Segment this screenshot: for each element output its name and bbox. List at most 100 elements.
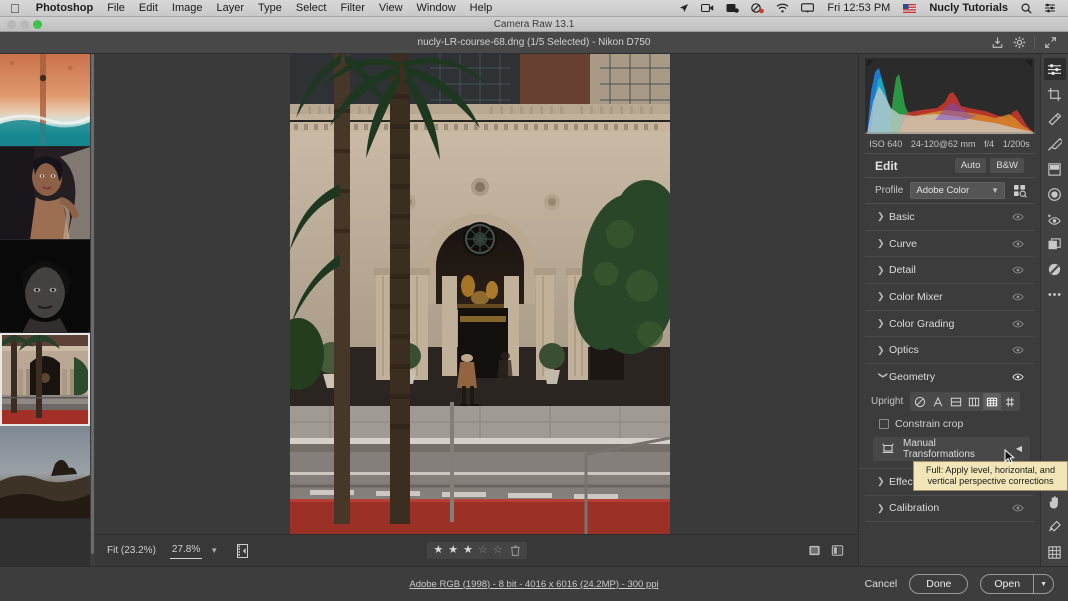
preview-image[interactable] [290, 54, 670, 534]
zoom-level-input[interactable]: 27.8% [169, 543, 203, 559]
menu-filter[interactable]: Filter [333, 0, 371, 17]
status-bar-actions: Cancel Done Open ▼ [865, 574, 1068, 594]
visibility-eye-icon[interactable] [1012, 213, 1024, 221]
presets-icon[interactable] [1044, 258, 1066, 280]
save-image-icon[interactable] [987, 34, 1007, 52]
airplay-icon[interactable] [795, 3, 820, 13]
section-color-grading[interactable]: ❯ Color Grading [865, 311, 1034, 338]
screen-record-icon[interactable] [695, 3, 720, 13]
menu-photoshop[interactable]: Photoshop [29, 0, 100, 17]
section-optics[interactable]: ❯ Optics [865, 337, 1034, 365]
cancel-button[interactable]: Cancel [865, 578, 898, 590]
bw-button[interactable]: B&W [990, 158, 1024, 173]
filmstrip-item-landscape-dusk[interactable] [0, 426, 90, 519]
menu-layer[interactable]: Layer [209, 0, 251, 17]
upright-guided-icon[interactable] [1001, 393, 1019, 410]
upright-vertical-icon[interactable] [965, 393, 983, 410]
search-icon[interactable] [1015, 2, 1038, 14]
apple-logo-icon[interactable]:  [0, 1, 29, 16]
spot-removal-icon[interactable] [1044, 108, 1066, 130]
snapshots-icon[interactable] [1044, 233, 1066, 255]
upright-full-icon[interactable] [983, 393, 1002, 411]
menubar-clock[interactable]: Fri 12:53 PM [820, 0, 897, 17]
wifi-icon[interactable] [770, 3, 795, 13]
upright-auto-icon[interactable] [929, 393, 947, 410]
graduated-filter-icon[interactable] [1044, 158, 1066, 180]
rating-control[interactable]: ★ ★ ★ ☆ ☆ [426, 542, 527, 559]
filmstrip-scrollbar-thumb[interactable] [91, 54, 94, 554]
filmstrip-item-portrait-veil[interactable] [0, 147, 90, 240]
visibility-eye-icon[interactable] [1012, 266, 1024, 274]
preferences-gear-icon[interactable] [1009, 34, 1029, 52]
section-detail[interactable]: ❯ Detail [865, 257, 1034, 285]
open-button[interactable]: Open [981, 575, 1033, 593]
chevron-down-icon[interactable]: ▼ [1033, 575, 1053, 593]
before-after-view-icon[interactable] [828, 542, 846, 560]
upright-label: Upright [871, 396, 904, 408]
hand-tool-icon[interactable] [1044, 491, 1066, 513]
control-center-icon[interactable] [1038, 3, 1062, 13]
do-not-disturb-icon[interactable] [745, 2, 770, 14]
open-button-group[interactable]: Open ▼ [980, 574, 1054, 594]
filmstrip-item-aerial-beach[interactable] [0, 54, 90, 147]
white-balance-eyedropper-icon[interactable] [1044, 516, 1066, 538]
grid-overlay-icon[interactable] [1044, 541, 1066, 563]
constrain-crop-row[interactable]: Constrain crop [865, 413, 1034, 435]
filmstrip-toggle-icon[interactable] [234, 542, 250, 560]
menu-select[interactable]: Select [289, 0, 334, 17]
expand-arrow-icon[interactable]: ◀ [1016, 444, 1022, 453]
adjustment-brush-icon[interactable] [1044, 133, 1066, 155]
menubar-user[interactable]: Nucly Tutorials [922, 0, 1015, 17]
edit-sliders-icon[interactable] [1043, 58, 1066, 80]
section-basic[interactable]: ❯ Basic [865, 204, 1034, 231]
menu-view[interactable]: View [372, 0, 410, 17]
done-button[interactable]: Done [909, 574, 969, 594]
more-options-icon[interactable] [1044, 283, 1066, 305]
menu-window[interactable]: Window [410, 0, 463, 17]
trash-icon[interactable] [510, 545, 520, 556]
constrain-crop-checkbox[interactable] [879, 418, 889, 429]
menu-edit[interactable]: Edit [132, 0, 165, 17]
profile-browser-icon[interactable] [1012, 183, 1028, 199]
menu-type[interactable]: Type [251, 0, 289, 17]
menu-file[interactable]: File [100, 0, 132, 17]
menu-image[interactable]: Image [165, 0, 210, 17]
visibility-eye-icon[interactable] [1012, 320, 1024, 328]
star-1[interactable]: ★ [433, 545, 443, 556]
filmstrip[interactable] [0, 54, 95, 566]
filmstrip-item-building-palms[interactable] [0, 333, 90, 426]
red-eye-icon[interactable] [1044, 208, 1066, 230]
image-canvas-area[interactable] [95, 54, 858, 534]
section-geometry[interactable]: ❯ Geometry [865, 364, 1034, 391]
section-calibration[interactable]: ❯ Calibration [865, 496, 1034, 523]
histogram[interactable] [865, 58, 1035, 134]
star-4[interactable]: ☆ [478, 545, 488, 556]
star-3[interactable]: ★ [463, 545, 473, 556]
menu-help[interactable]: Help [463, 0, 500, 17]
chevron-down-icon[interactable]: ▼ [210, 546, 218, 555]
visibility-eye-icon[interactable] [1012, 504, 1024, 512]
auto-button[interactable]: Auto [954, 158, 987, 173]
us-flag-icon[interactable] [897, 3, 922, 13]
chevron-down-icon: ❯ [878, 371, 889, 380]
filmstrip-item-bw-portrait[interactable] [0, 240, 90, 333]
screen-capture-icon[interactable] [720, 3, 745, 14]
section-color-mixer[interactable]: ❯ Color Mixer [865, 284, 1034, 311]
location-arrow-icon[interactable] [673, 3, 695, 13]
zoom-fit-label[interactable]: Fit (23.2%) [95, 545, 156, 556]
profile-select[interactable]: Adobe Color ▼ [910, 182, 1005, 199]
visibility-eye-icon[interactable] [1012, 293, 1024, 301]
visibility-eye-icon[interactable] [1012, 346, 1024, 354]
upright-off-icon[interactable] [911, 393, 929, 410]
fullscreen-icon[interactable] [1040, 34, 1060, 52]
crop-icon[interactable] [1044, 83, 1066, 105]
visibility-eye-icon[interactable] [1012, 240, 1024, 248]
upright-level-icon[interactable] [947, 393, 965, 410]
single-view-icon[interactable] [805, 542, 823, 560]
visibility-eye-icon[interactable] [1012, 373, 1024, 381]
radial-filter-icon[interactable] [1044, 183, 1066, 205]
section-curve[interactable]: ❯ Curve [865, 231, 1034, 258]
star-2[interactable]: ★ [448, 545, 458, 556]
section-label: Curve [889, 237, 918, 250]
star-5[interactable]: ☆ [493, 545, 503, 556]
